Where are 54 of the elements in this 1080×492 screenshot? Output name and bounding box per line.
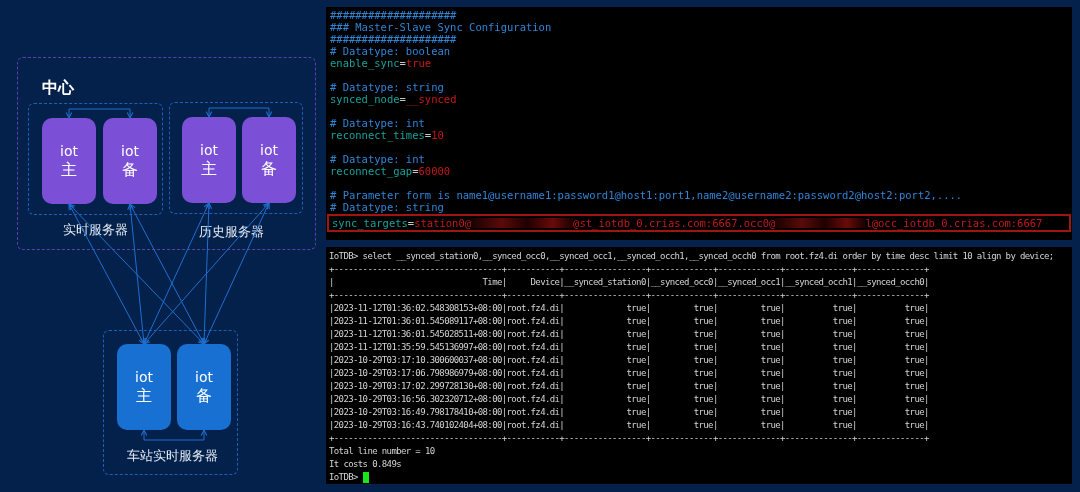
config-comment: # Datatype: boolean: [330, 45, 451, 57]
config-comment: # Datatype: string: [330, 81, 444, 93]
config-comment: # Parameter form is name1@username1:password1@host1:port1,name2@username2:password2@host2:port2,....: [330, 189, 963, 201]
config-comment: # Datatype: int: [330, 153, 425, 165]
setting-name: sync_targets=: [332, 217, 415, 229]
setting-value: l@occ_iotdb_0.crias.com:6667: [865, 217, 1043, 229]
config-setting: reconnect_times=10: [330, 129, 444, 141]
config-comment: ####################: [330, 33, 457, 45]
center-title: 中心: [42, 78, 74, 99]
group-label: 历史服务器: [198, 224, 264, 241]
config-comment: ### Master-Slave Sync Configuration: [330, 21, 552, 33]
link-arrow: [205, 107, 273, 118]
terminal-line: +-----------------------------------+-----------+-----------------+-------------+-------------+--------------+--------------+: [329, 432, 929, 445]
terminal-line: |2023-10-29T03:17:06.798986979+08:00|root.fz4.di| true| true| true| true| true|: [329, 367, 929, 380]
terminal-line: Total line number = 10: [329, 445, 435, 458]
terminal-line: |2023-10-29T03:16:56.302320712+08:00|root.fz4.di| true| true| true| true| true|: [329, 393, 929, 406]
terminal-line: IoTDB> select __synced_station0,__synced_occ0,__synced_occ1,__synced_occh1,__synced_occh0 from root.fz4.di order by time desc limit 10 align by device;: [329, 250, 1054, 263]
link-arrow: [65, 108, 134, 119]
cursor-icon: [362, 472, 369, 483]
terminal-line: +-----------------------------------+-----------+-----------------+-------------+-------------+--------------+--------------+: [329, 263, 929, 276]
terminal-line: |2023-10-29T03:17:02.299728130+08:00|root.fz4.di| true| true| true| true| true|: [329, 380, 929, 393]
node-role: 备: [122, 161, 138, 179]
config-setting: enable_sync=true: [330, 57, 432, 69]
node-role: 备: [261, 160, 277, 178]
terminal-line: |2023-10-29T03:17:10.300600037+08:00|root.fz4.di| true| true| true| true| true|: [329, 354, 929, 367]
config-comment: ####################: [330, 9, 457, 21]
terminal-line: | Time| Device|__synced_station0|__synced_occ0|__synced_occ1|__synced_occh1|__synced_occh0|: [329, 276, 929, 289]
terminal-line: |2023-11-12T01:36:01.545028511+08:00|root.fz4.di| true| true| true| true| true|: [329, 328, 929, 341]
group-label: 实时服务器: [62, 222, 128, 239]
node-name: iot: [200, 142, 218, 158]
node-name: iot: [60, 143, 78, 159]
node-role: 主: [136, 387, 152, 405]
config-comment: # Datatype: string: [330, 201, 444, 213]
config-setting: reconnect_gap=60000: [330, 165, 451, 177]
terminal-line: It costs 0.849s: [329, 458, 401, 471]
terminal-line: +-----------------------------------+-----------+-----------------+-------------+-------------+--------------+--------------+: [329, 289, 929, 302]
setting-value: station0@: [414, 217, 472, 229]
node-name: iot: [121, 143, 139, 159]
node-role: 主: [61, 161, 77, 179]
terminal-line: |2023-11-12T01:36:02.548308153+08:00|root.fz4.di| true| true| true| true| true|: [329, 302, 929, 315]
node-role: 主: [201, 160, 217, 178]
node-name: iot: [195, 369, 213, 385]
config-comment: # Datatype: int: [330, 117, 425, 129]
terminal-line: |2023-10-29T03:16:43.740102404+08:00|root.fz4.di| true| true| true| true| true|: [329, 419, 929, 432]
node-name: iot: [135, 369, 153, 385]
node-name: iot: [260, 142, 278, 158]
setting-value: @st_iotdb_0.crias.com:6667.occ0@: [573, 217, 776, 229]
terminal-line: |2023-10-29T03:16:49.798178410+08:00|root.fz4.di| true| true| true| true| true|: [329, 406, 929, 419]
config-setting: synced_node=__synced: [330, 93, 457, 105]
group-label: 车站实时服务器: [126, 448, 218, 465]
node-role: 备: [196, 387, 212, 405]
terminal-line: |2023-11-12T01:35:59.545136997+08:00|root.fz4.di| true| true| true| true| true|: [329, 341, 929, 354]
terminal-line: |2023-11-12T01:36:01.545089117+08:00|root.fz4.di| true| true| true| true| true|: [329, 315, 929, 328]
terminal-prompt: IoTDB>: [329, 471, 358, 484]
